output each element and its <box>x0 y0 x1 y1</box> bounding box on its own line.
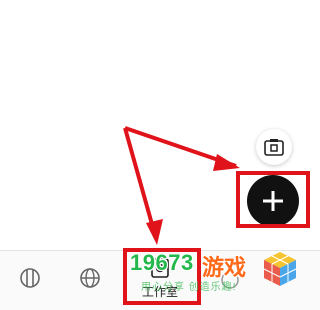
add-button-highlight <box>236 171 310 228</box>
arrow-to-studio-line <box>123 127 157 236</box>
arrow-to-studio-head <box>146 219 163 245</box>
sphere-icon[interactable] <box>18 266 42 290</box>
arrow-to-add-line <box>124 126 237 168</box>
camera-icon <box>264 139 284 156</box>
watermark-slogan: 用心分享 创造乐趣! <box>141 282 237 293</box>
cube-logo-icon <box>263 252 297 286</box>
globe-icon[interactable] <box>78 266 102 290</box>
arrow-to-add-head <box>213 154 240 171</box>
camera-button[interactable] <box>256 129 292 165</box>
watermark-number: 19673 <box>130 250 194 275</box>
